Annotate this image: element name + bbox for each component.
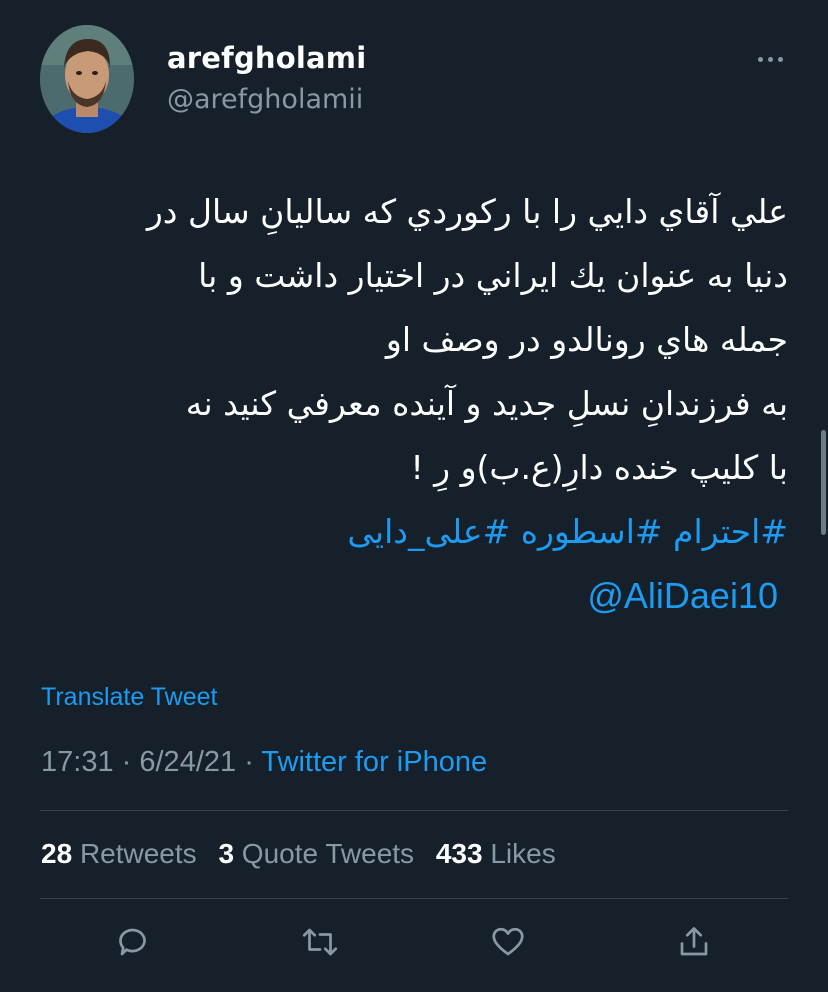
likes-count: 433 xyxy=(435,838,483,869)
quote-tweets-count: 3 xyxy=(218,838,235,869)
avatar[interactable] xyxy=(40,25,134,133)
action-bar xyxy=(0,920,828,964)
more-dot xyxy=(767,56,773,62)
share-icon xyxy=(680,927,708,956)
reply-button[interactable] xyxy=(112,920,156,964)
retweet-icon xyxy=(302,928,338,956)
retweets-label: Retweets xyxy=(79,838,197,869)
share-button[interactable] xyxy=(672,920,716,964)
meta-separator: · xyxy=(244,746,254,778)
tweet-text: علي آقاي دايي را با ركوردي كه ساليانِ سا… xyxy=(28,180,788,628)
retweet-button[interactable] xyxy=(298,920,342,964)
hashtag-links[interactable]: #احترام #اسطوره #علی_دایی xyxy=(28,500,788,564)
quote-tweets-stat[interactable]: 3 Quote Tweets xyxy=(218,838,414,869)
more-options-icon xyxy=(757,56,763,62)
tweet-line: دنيا به عنوان يك ايراني در اختيار داشت و… xyxy=(198,256,788,295)
mention-link[interactable]: @AliDaei10 xyxy=(28,564,788,628)
user-handle[interactable]: @arefgholamii xyxy=(167,84,363,115)
tweet-line: به فرزندانِ نسلِ جديد و آينده معرفي كنيد… xyxy=(185,384,788,423)
display-name[interactable]: arefgholami xyxy=(167,41,366,75)
more-options-button[interactable] xyxy=(752,44,788,74)
divider xyxy=(40,810,788,811)
tweet-stats: 28 Retweets 3 Quote Tweets 433 Likes xyxy=(41,838,570,870)
translate-tweet-link[interactable]: Translate Tweet xyxy=(41,683,217,712)
tweet-line: جمله هاي رونالدو در وصف او xyxy=(385,320,788,359)
tweet-line: علي آقاي دايي را با ركوردي كه ساليانِ سا… xyxy=(146,192,788,231)
likes-stat[interactable]: 433 Likes xyxy=(436,838,556,869)
tweet-line: با كليپ خنده دارِ(ع.ب)و رِ ! xyxy=(410,448,788,487)
retweets-count: 28 xyxy=(41,838,73,869)
tweet-meta: 17:31 · 6/24/21 · Twitter for iPhone xyxy=(41,746,487,779)
likes-label: Likes xyxy=(490,838,556,869)
divider xyxy=(40,898,788,899)
tweet-date: 6/24/21 xyxy=(139,746,237,778)
scrollbar[interactable] xyxy=(821,430,826,535)
more-dot xyxy=(777,56,783,62)
retweets-stat[interactable]: 28 Retweets xyxy=(41,838,197,869)
like-icon xyxy=(492,927,524,956)
quote-tweets-label: Quote Tweets xyxy=(241,838,415,869)
avatar-image xyxy=(40,25,134,133)
reply-icon xyxy=(119,928,146,956)
tweet-source-link[interactable]: Twitter for iPhone xyxy=(261,746,487,778)
meta-separator: · xyxy=(121,746,132,778)
like-button[interactable] xyxy=(486,920,530,964)
tweet-time: 17:31 xyxy=(41,746,114,778)
